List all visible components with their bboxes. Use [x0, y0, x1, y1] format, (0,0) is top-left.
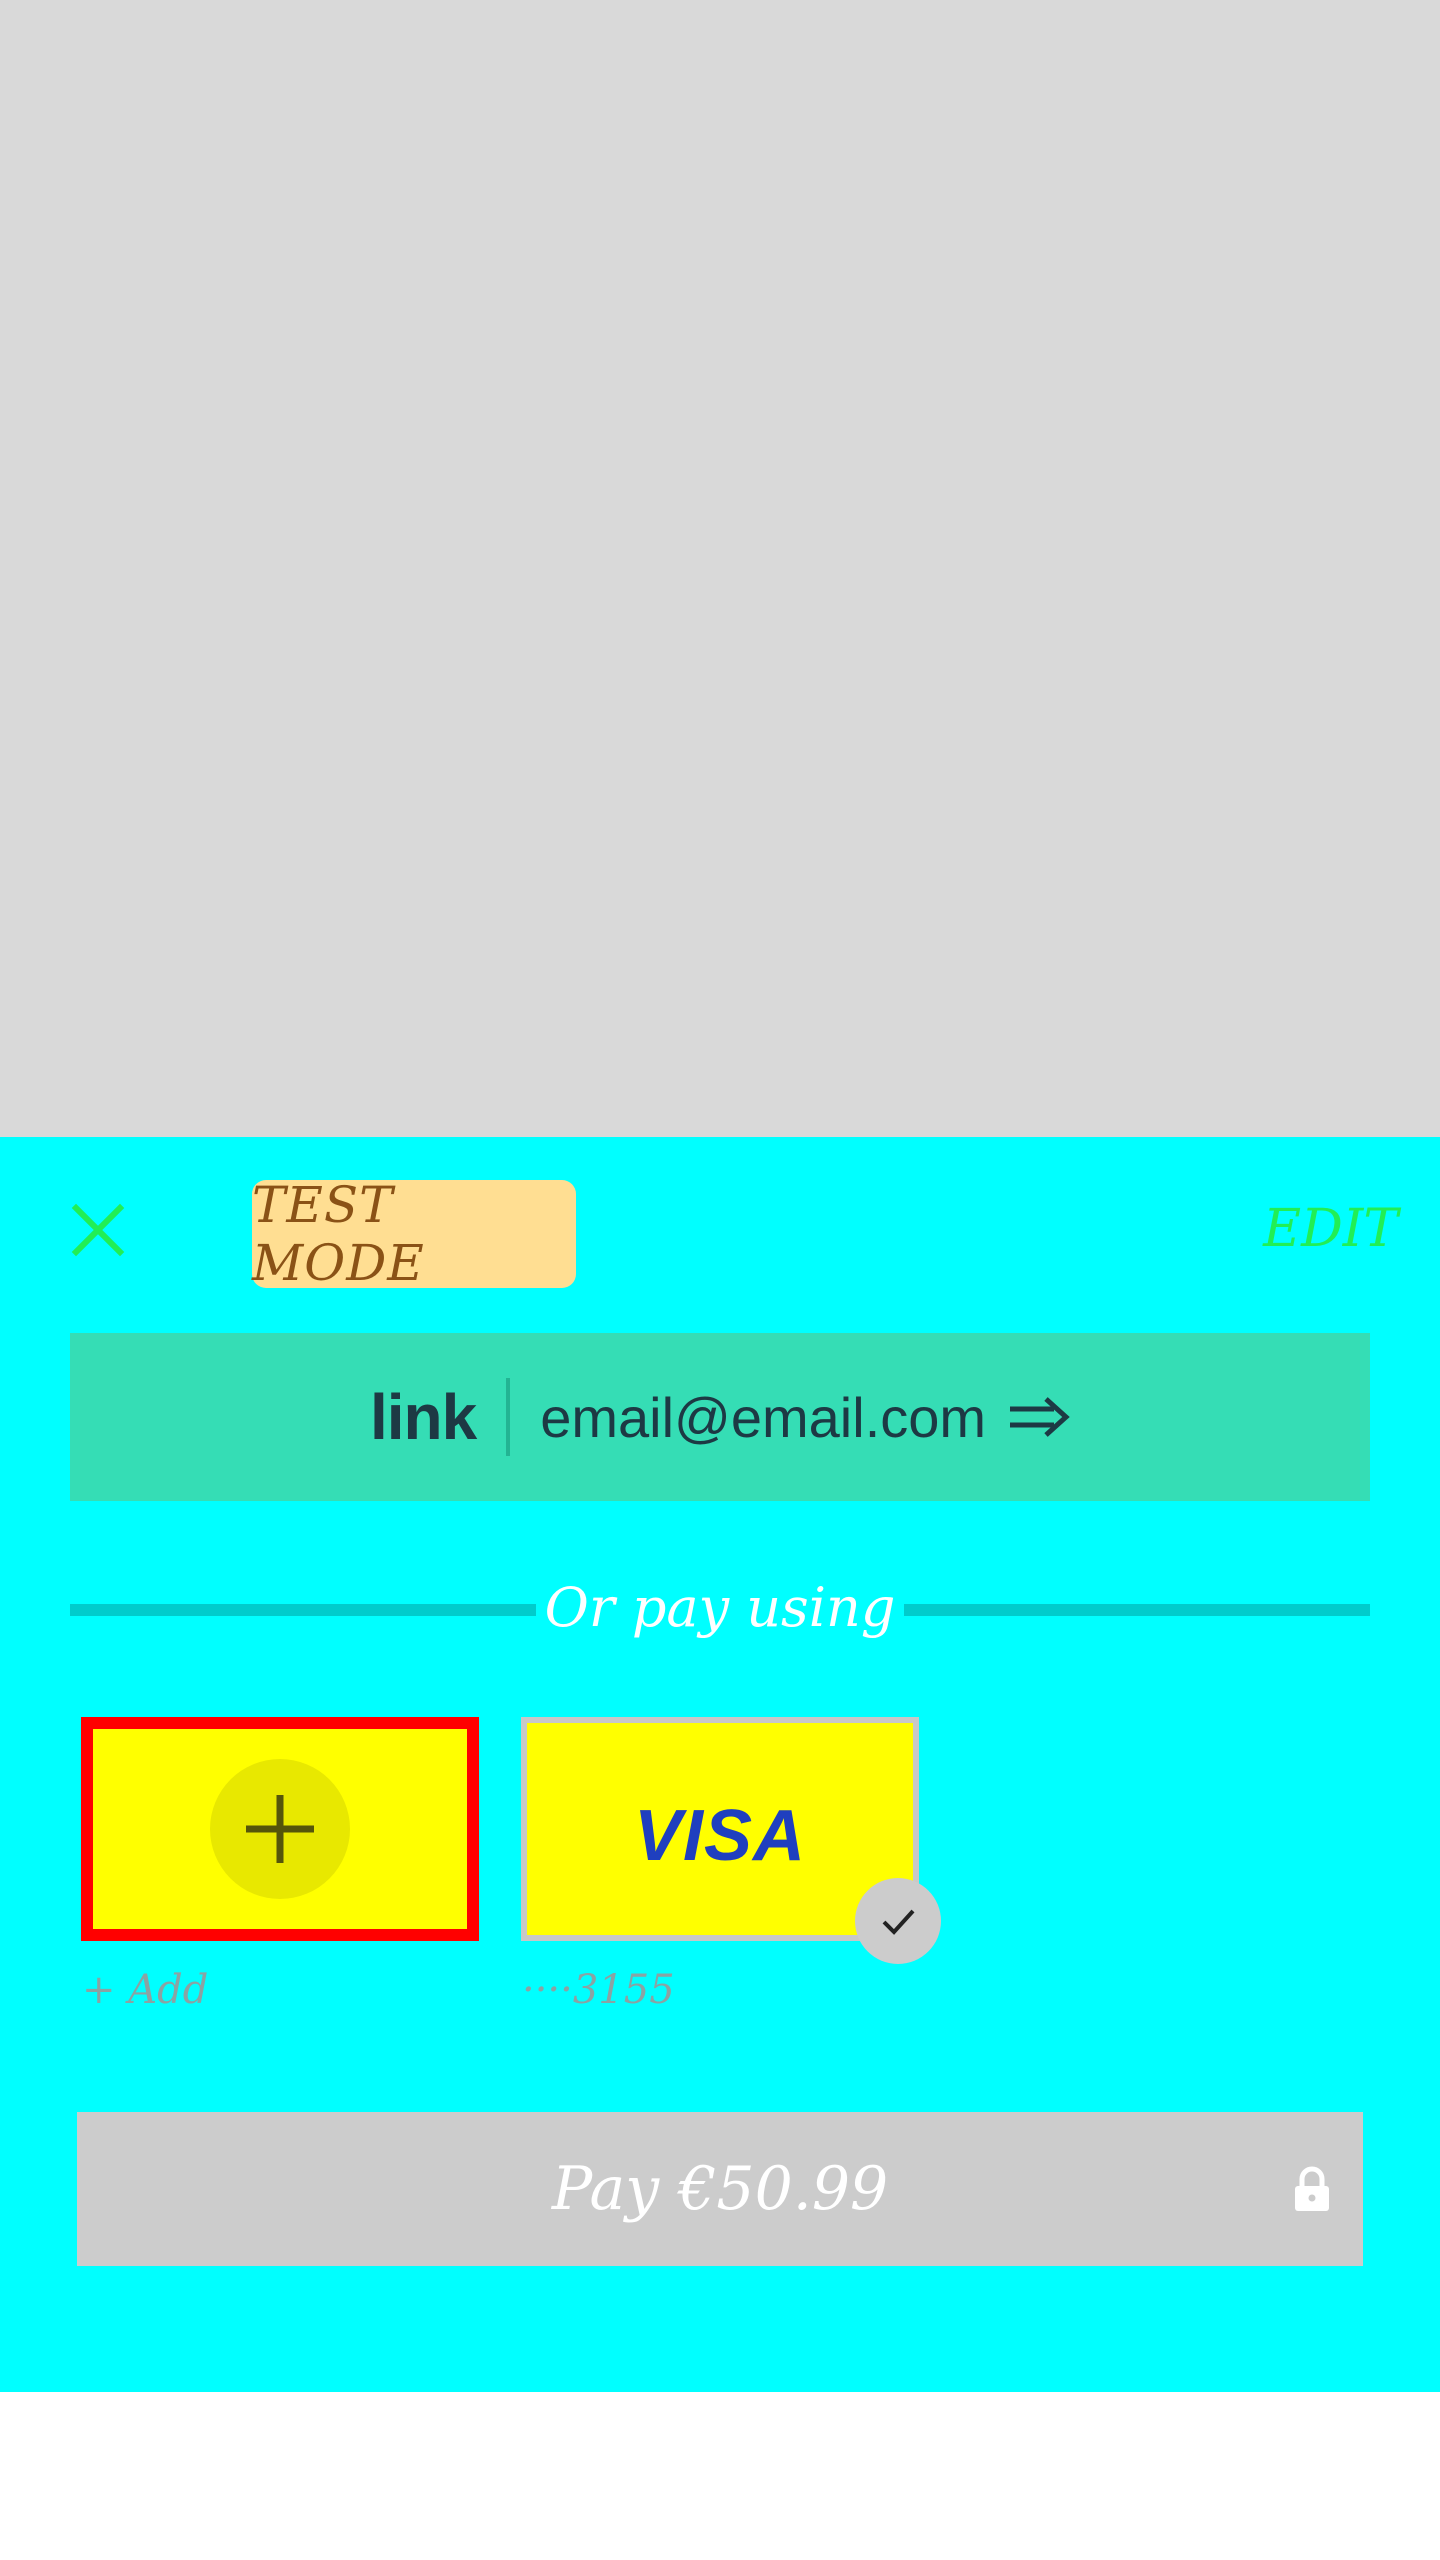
divider-text: Or pay using [544, 1575, 896, 1639]
lock-icon [1295, 2166, 1329, 2211]
link-separator [506, 1378, 511, 1456]
link-pay-button[interactable]: link email@email.com [70, 1333, 1370, 1501]
visa-logo: VISA [633, 1796, 807, 1876]
close-icon [71, 1203, 125, 1257]
arrow-right-icon [1010, 1397, 1070, 1437]
plus-circle [210, 1759, 350, 1899]
plus-icon [246, 1795, 314, 1863]
test-mode-badge: TEST MODE [252, 1176, 576, 1292]
selected-check-badge [855, 1878, 941, 1964]
link-email: email@email.com [540, 1385, 987, 1449]
payment-sheet: TEST MODE EDIT link email@email.com Or p… [0, 1137, 1440, 2392]
add-payment-method-tile[interactable] [81, 1717, 479, 1941]
backdrop-overlay[interactable] [0, 0, 1440, 1137]
divider-line-left [70, 1604, 536, 1616]
card-tile-label: ····3155 [522, 1967, 675, 2013]
pay-button[interactable]: Pay €50.99 [77, 2112, 1363, 2266]
close-button[interactable] [70, 1202, 126, 1258]
add-tile-label: + Add [82, 1967, 209, 2013]
or-pay-using-divider: Or pay using [70, 1562, 1370, 1652]
edit-button[interactable]: EDIT [1263, 1199, 1398, 1259]
divider-line-right [904, 1604, 1370, 1616]
check-icon [882, 1909, 915, 1935]
pay-button-label: Pay €50.99 [551, 2154, 889, 2224]
link-logo: link [369, 1381, 477, 1453]
test-mode-label: TEST MODE [252, 1176, 425, 1292]
